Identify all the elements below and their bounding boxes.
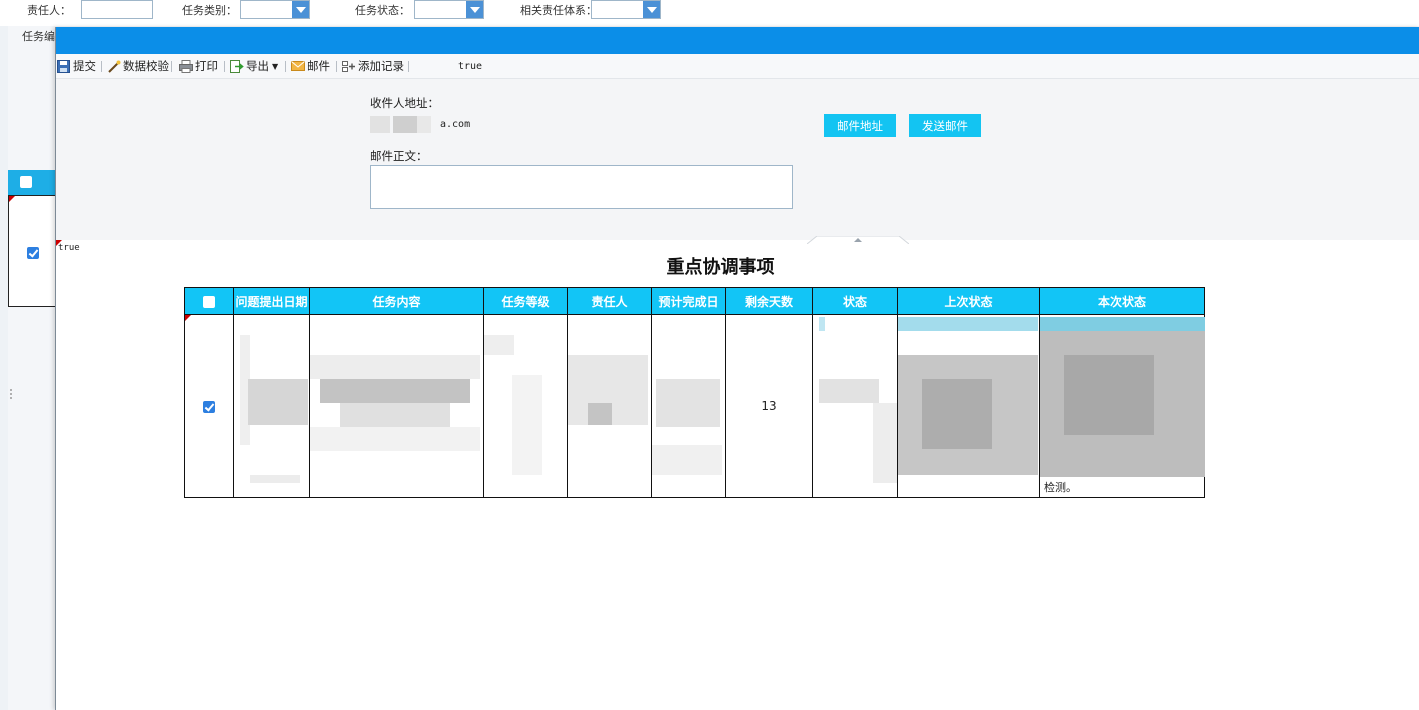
system-select[interactable]: [591, 0, 661, 19]
body-label: 邮件正文：: [370, 149, 428, 163]
row-select-cell[interactable]: [184, 314, 234, 498]
printer-icon: [179, 59, 193, 73]
table-row[interactable]: 13 检测。: [184, 314, 1205, 498]
email-label: 邮件: [307, 59, 330, 73]
report-table: 问题提出日期 任务内容 任务等级 责任人 预计完成日 剩余天数 状态 上次状态 …: [184, 287, 1205, 498]
status-text-tail: 检测。: [1044, 481, 1077, 494]
status-cell[interactable]: [812, 314, 898, 498]
column-header: 本次状态: [1039, 287, 1205, 315]
owner-label: 责任人：: [27, 4, 71, 17]
column-header: 剩余天数: [725, 287, 813, 315]
recipient-suffix: a.com: [440, 119, 471, 130]
add-record-label: 添加记录: [358, 59, 404, 73]
mail-panel: 收件人地址： a.com 邮件地址 发送邮件 邮件正文：: [56, 79, 1419, 240]
toolbar-separator: [224, 61, 225, 72]
toolbar-separator: [285, 61, 286, 72]
task-no-label: 任务编: [22, 30, 55, 43]
send-email-button[interactable]: 发送邮件: [909, 114, 981, 137]
column-header: 问题提出日期: [233, 287, 310, 315]
export-icon: [230, 59, 244, 73]
task-type-label: 任务类别：: [182, 4, 237, 17]
recipient-address[interactable]: a.com: [370, 116, 470, 134]
toolbar-flag-text: true: [458, 60, 483, 72]
background-grid-header: [8, 170, 56, 195]
resize-grip-icon[interactable]: [9, 388, 13, 400]
task-status-label: 任务状态：: [355, 4, 410, 17]
filter-bar: 责任人： 任务类别： 任务状态： 相关责任体系：: [0, 0, 1419, 26]
save-icon: [57, 59, 71, 73]
address-book-button[interactable]: 邮件地址: [824, 114, 896, 137]
validate-button[interactable]: 数据校验: [107, 58, 169, 74]
left-panel-edge: [0, 26, 8, 710]
export-button[interactable]: 导出 ▼: [230, 58, 278, 74]
caret-down-icon: ▼: [272, 61, 279, 71]
chevron-down-icon[interactable]: [466, 1, 483, 18]
print-button[interactable]: 打印: [179, 58, 218, 74]
email-dialog: 提交 数据校验 打印 导出 ▼ 邮件 添加记录 true 收件人地址： a.co…: [55, 27, 1419, 710]
select-all-checkbox[interactable]: [203, 295, 215, 308]
export-label: 导出: [246, 59, 269, 73]
cell-marker-icon: [9, 196, 15, 202]
date-cell[interactable]: [233, 314, 310, 498]
chevron-down-icon[interactable]: [292, 1, 309, 18]
task-status-select[interactable]: [414, 0, 484, 19]
row-checkbox[interactable]: [203, 400, 215, 413]
recipient-label: 收件人地址：: [370, 96, 439, 110]
toolbar: 提交 数据校验 打印 导出 ▼ 邮件 添加记录 true: [56, 54, 1419, 79]
submit-label: 提交: [73, 59, 96, 73]
submit-button[interactable]: 提交: [57, 58, 96, 74]
dialog-title-bar[interactable]: [56, 27, 1419, 54]
envelope-icon: [291, 60, 305, 73]
chevron-down-icon[interactable]: [643, 1, 660, 18]
toolbar-separator: [101, 61, 102, 72]
report-title: 重点协调事项: [666, 257, 775, 278]
email-body-textarea[interactable]: [370, 165, 793, 209]
task-content-cell[interactable]: [309, 314, 484, 498]
add-row-icon: [342, 60, 356, 73]
system-label: 相关责任体系：: [520, 4, 597, 17]
toolbar-separator: [171, 61, 172, 72]
background-grid-row: [8, 195, 56, 307]
owner-cell[interactable]: [567, 314, 652, 498]
collapse-panel-handle[interactable]: [806, 233, 910, 245]
side-flag-text: true: [58, 243, 80, 253]
email-button[interactable]: 邮件: [291, 58, 330, 74]
print-label: 打印: [195, 59, 218, 73]
table-header-row: 问题提出日期 任务内容 任务等级 责任人 预计完成日 剩余天数 状态 上次状态 …: [184, 287, 1205, 315]
remaining-days-cell[interactable]: 13: [725, 314, 813, 498]
previous-status-cell[interactable]: [897, 314, 1040, 498]
toolbar-separator: [408, 61, 409, 72]
column-header: 任务等级: [483, 287, 568, 315]
header-select-cell[interactable]: [184, 287, 234, 315]
cell-marker-icon: [185, 315, 191, 321]
wand-icon: [107, 60, 121, 73]
task-type-select[interactable]: [240, 0, 310, 19]
column-header: 上次状态: [897, 287, 1040, 315]
row-checkbox[interactable]: [27, 247, 39, 259]
task-level-cell[interactable]: [483, 314, 568, 498]
column-header: 任务内容: [309, 287, 484, 315]
validate-label: 数据校验: [123, 59, 169, 73]
due-date-cell[interactable]: [651, 314, 726, 498]
toolbar-separator: [336, 61, 337, 72]
select-all-checkbox[interactable]: [20, 176, 32, 188]
column-header: 状态: [812, 287, 898, 315]
column-header: 预计完成日: [651, 287, 726, 315]
column-header: 责任人: [567, 287, 652, 315]
current-status-cell[interactable]: 检测。: [1039, 314, 1205, 498]
owner-input[interactable]: [81, 0, 153, 19]
add-record-button[interactable]: 添加记录: [342, 58, 404, 74]
